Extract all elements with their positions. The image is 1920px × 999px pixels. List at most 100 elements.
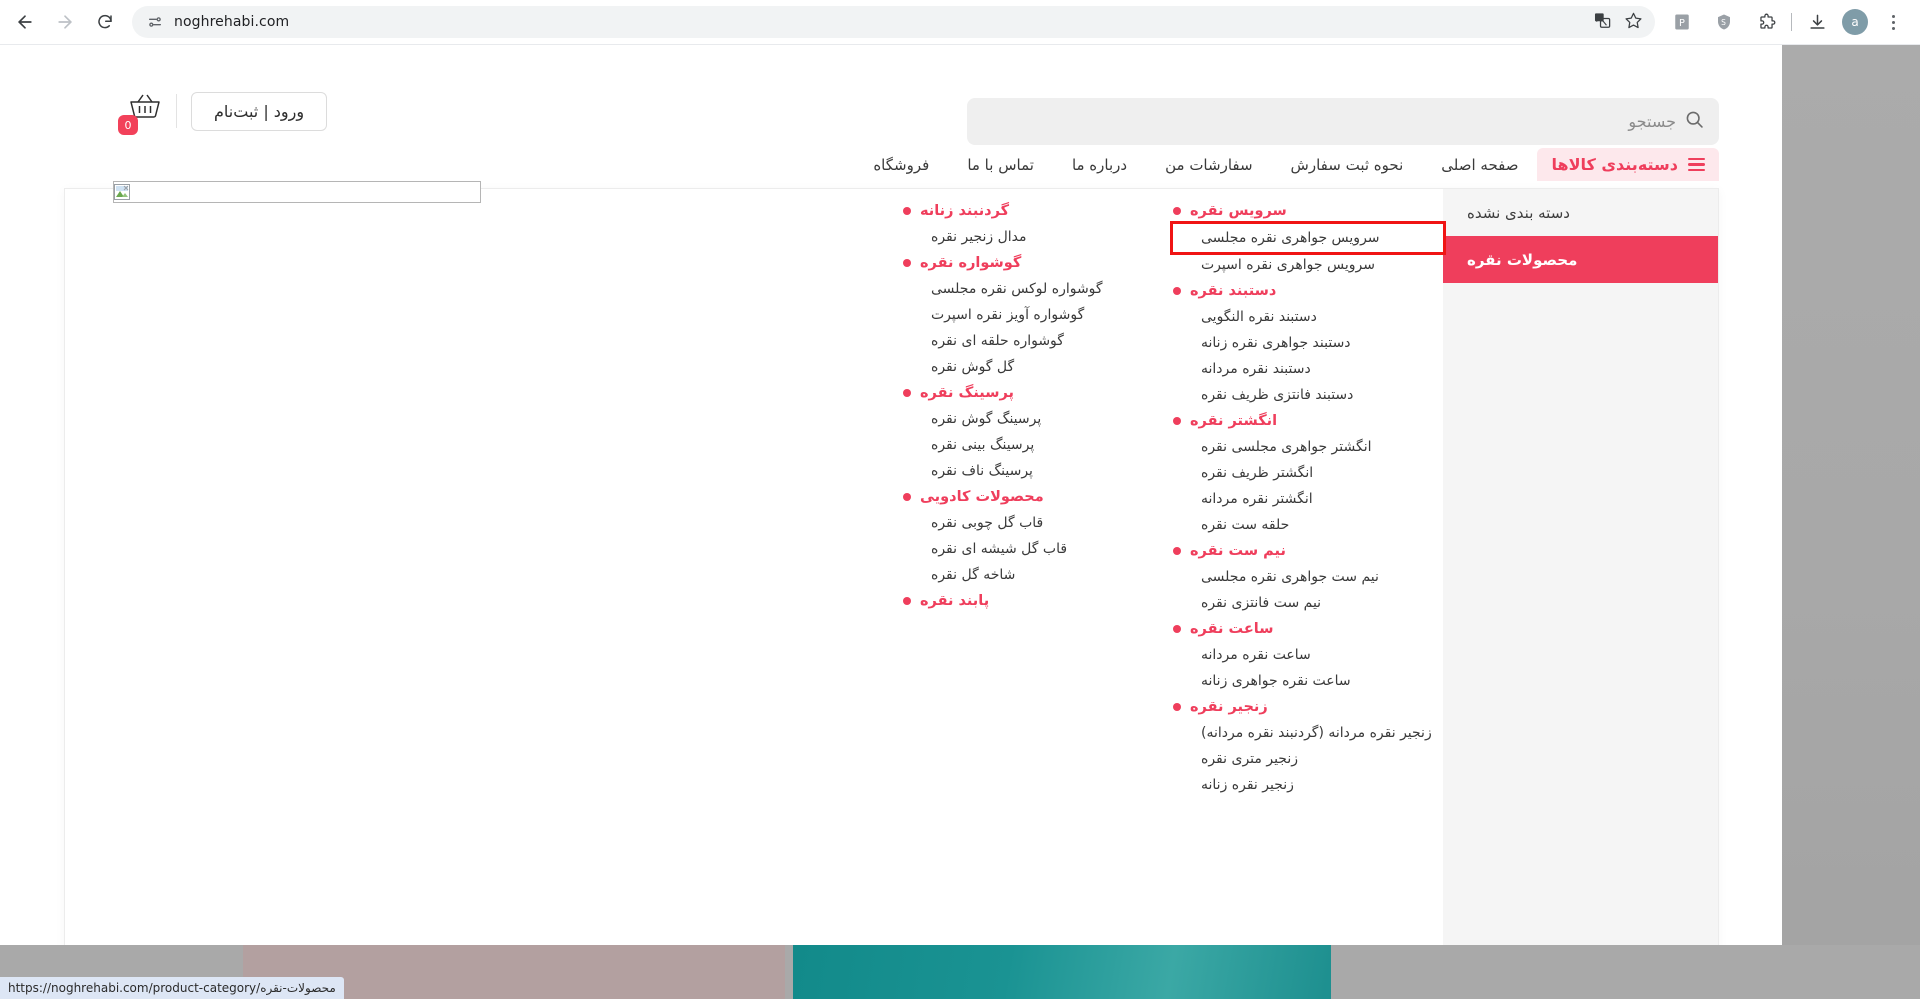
nav-item-my-orders[interactable]: سفارشات من [1146,149,1271,181]
download-icon[interactable] [1800,5,1834,39]
bullet-dot-icon [1173,207,1181,215]
bullet-dot-icon [903,389,911,397]
mega-menu-item[interactable]: مدال زنجیر نقره [903,224,1173,250]
mega-menu-item[interactable]: قاب گل شیشه ای نقره [903,536,1173,562]
page-viewport: ورود | ثبت‌نام 0 [0,45,1920,999]
mega-menu-group-heading[interactable]: سرویس نقره [1173,198,1443,224]
mega-menu-group-heading[interactable]: نیم ست نقره [1173,538,1443,564]
mega-menu-item[interactable]: سرویس جواهری نقره اسپرت [1173,252,1443,278]
browser-toolbar-actions: P S a [1665,5,1920,39]
mega-menu-group-label: زنجیر نقره [1190,699,1268,715]
mega-menu-item[interactable]: شاخه گل نقره [903,562,1173,588]
site-header: ورود | ثبت‌نام 0 [0,45,1782,148]
profile-avatar[interactable]: a [1842,9,1868,35]
mega-menu-item[interactable]: انگشتر نقره مردانه [1173,486,1443,512]
mega-menu-item[interactable]: پرسینگ بینی نقره [903,432,1173,458]
mega-menu-group-heading[interactable]: گوشواره نقره [903,250,1173,276]
site-content-overlay: ورود | ثبت‌نام 0 [0,45,1782,999]
broken-image-icon [114,184,130,200]
mega-menu-item[interactable]: ساعت نقره مردانه [1173,642,1443,668]
extension-puzzle-icon[interactable] [1749,5,1783,39]
cart-button[interactable]: 0 [118,91,162,135]
nav-item-shop[interactable]: فروشگاه [854,149,948,181]
extension-p-icon[interactable]: P [1665,5,1699,39]
mega-menu-sidebar: دسته بندی نشده محصولات نقره [1443,189,1718,999]
search-box[interactable] [967,98,1719,145]
mega-menu-group-heading[interactable]: پابند نقره [903,588,1173,614]
translate-icon[interactable]: 文 [1593,11,1612,34]
mega-menu-item[interactable]: نیم ست فانتزی نقره [1173,590,1443,616]
mega-menu-group-heading[interactable]: گردنبند زنانه [903,198,1173,224]
sidebar-item-silver-products[interactable]: محصولات نقره [1443,236,1718,283]
mega-menu-item-highlighted[interactable]: سرویس جواهری نقره مجلسی [1170,221,1446,255]
svg-text:P: P [1679,18,1685,29]
star-icon[interactable] [1624,11,1643,34]
mega-menu-item[interactable]: دستبند نقره مردانه [1173,356,1443,382]
mega-menu-item[interactable]: گوشواره حلقه ای نقره [903,328,1173,354]
svg-text:文: 文 [1596,12,1603,21]
mega-menu-item[interactable]: گوشواره آویز نقره اسپرت [903,302,1173,328]
mega-menu-columns: سرویس نقره سرویس جواهری نقره مجلسی سرویس ج… [65,189,1446,999]
header-divider [176,94,177,128]
back-icon[interactable] [8,5,42,39]
mega-menu-item[interactable]: دستبند فانتزی ظریف نقره [1173,382,1443,408]
nav-item-contact-us[interactable]: تماس با ما [948,149,1053,181]
reload-icon[interactable] [88,5,122,39]
mega-menu-item[interactable]: گوشواره لوکس نقره مجلسی [903,276,1173,302]
mega-menu-item[interactable]: دستبند جواهری نقره زنانه [1173,330,1443,356]
mega-menu-column-right: سرویس نقره سرویس جواهری نقره مجلسی سرویس ج… [1170,198,1446,999]
mega-menu-item[interactable]: زنجیر نقره مردانه (گردنبند نقره مردانه) [1173,720,1443,746]
mega-menu-item[interactable]: انگشتر جواهری مجلسی نقره [1173,434,1443,460]
bullet-dot-icon [903,493,911,501]
search-input[interactable] [981,112,1676,131]
bullet-dot-icon [903,259,911,267]
address-bar[interactable]: noghrehabi.com 文 [132,6,1655,38]
nav-item-about-us[interactable]: درباره ما [1053,149,1146,181]
mega-menu-group-heading[interactable]: انگشتر نقره [1173,408,1443,434]
sidebar-item-uncategorized[interactable]: دسته بندی نشده [1443,189,1718,236]
main-navigation-items: دسته‌بندی کالاها صفحه اصلی نحوه ثبت سفار… [854,148,1719,181]
mega-menu-item[interactable]: انگشتر ظریف نقره [1173,460,1443,486]
mega-menu-item[interactable]: ساعت نقره جواهری زنانه [1173,668,1443,694]
login-register-button[interactable]: ورود | ثبت‌نام [191,91,328,131]
mega-menu-group-label: دستبند نقره [1190,283,1277,299]
shield-icon[interactable]: S [1707,5,1741,39]
mega-menu-group-heading[interactable]: محصولات کادویی [903,484,1173,510]
browser-chrome: noghrehabi.com 文 P S a [0,0,1920,45]
nav-item-how-to-order[interactable]: نحوه ثبت سفارش [1272,149,1423,181]
kebab-menu-icon[interactable] [1876,5,1910,39]
bullet-dot-icon [1173,703,1181,711]
forward-icon[interactable] [48,5,82,39]
mega-menu-group-label: ساعت نقره [1190,621,1274,637]
bullet-dot-icon [1173,287,1181,295]
mega-menu-group-label: پرسینگ نقره [920,385,1014,401]
mega-menu-group-heading[interactable]: پرسینگ نقره [903,380,1173,406]
banner-teal[interactable] [793,945,1331,999]
mega-menu-item[interactable]: نیم ست جواهری نقره مجلسی [1173,564,1443,590]
nav-item-home[interactable]: صفحه اصلی [1422,149,1537,181]
header-account-area: ورود | ثبت‌نام 0 [118,91,328,135]
mega-menu-item[interactable]: زنجیر متری نقره [1173,746,1443,772]
tune-icon[interactable] [144,11,166,33]
mega-menu-item[interactable]: پرسینگ گوش نقره [903,406,1173,432]
bullet-dot-icon [903,207,911,215]
mega-menu-group-heading[interactable]: ساعت نقره [1173,616,1443,642]
mega-menu-item[interactable]: پرسینگ ناف نقره [903,458,1173,484]
mega-menu-group-heading[interactable]: دستبند نقره [1173,278,1443,304]
mega-menu-item[interactable]: دستبند نقره النگویی [1173,304,1443,330]
mega-menu-group-heading[interactable]: زنجیر نقره [1173,694,1443,720]
mega-menu-item[interactable]: زنجیر نقره زنانه [1173,772,1443,798]
mega-menu-item[interactable]: قاب گل چوبی نقره [903,510,1173,536]
mega-menu-group-label: محصولات کادویی [920,489,1044,505]
mega-menu-item[interactable]: گل گوش نقره [903,354,1173,380]
mega-menu-group-label: سرویس نقره [1190,203,1287,219]
mega-menu-group-label: گوشواره نقره [920,255,1022,271]
link-status-bar: https://noghrehabi.com/product-category/… [0,977,344,999]
broken-image-placeholder [113,181,481,203]
categories-menu-button[interactable]: دسته‌بندی کالاها [1537,148,1719,181]
mega-menu-group-label: گردنبند زنانه [920,203,1010,219]
search-icon [1684,109,1705,134]
browser-nav-buttons [0,5,122,39]
mega-menu-item[interactable]: حلقه ست نقره [1173,512,1443,538]
bullet-dot-icon [1173,417,1181,425]
